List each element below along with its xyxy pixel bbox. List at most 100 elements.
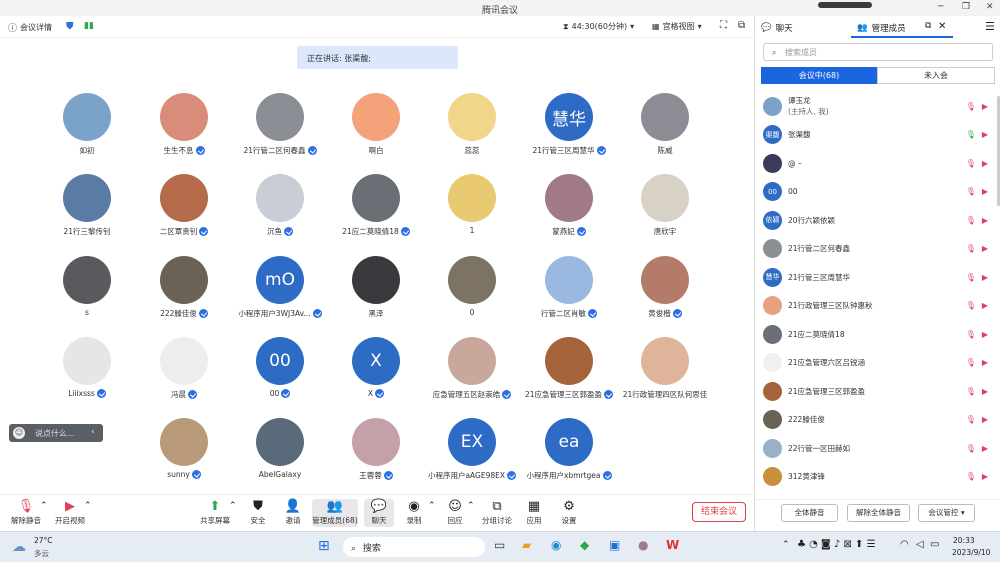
mic-off-icon[interactable]: 🎙: [966, 444, 976, 453]
mic-off-icon[interactable]: 🎙: [966, 244, 976, 253]
participant-tile[interactable]: 黑泽: [328, 256, 424, 319]
member-row[interactable]: 依颖 20行六颖依颖 🎙 ▶: [763, 206, 988, 234]
settings-button[interactable]: ⚙ 设置: [547, 499, 591, 526]
participant-tile[interactable]: 啊白: [328, 93, 424, 156]
mic-off-icon[interactable]: 🎙: [966, 415, 976, 424]
timer-display[interactable]: ⧗ 44:30(60分钟) ▾: [563, 21, 634, 32]
participant-tile[interactable]: 1: [424, 174, 520, 235]
file-explorer-icon[interactable]: ▰: [522, 538, 531, 552]
participant-tile[interactable]: 王蓉蓉: [328, 418, 424, 481]
camera-off-icon[interactable]: ▶: [982, 415, 988, 424]
camera-off-icon[interactable]: ▶: [982, 273, 988, 282]
camera-off-icon[interactable]: ▶: [982, 244, 988, 253]
close-window-icon[interactable]: ✕: [986, 2, 994, 12]
camera-off-icon[interactable]: ▶: [982, 301, 988, 310]
member-row[interactable]: 312黄津锋 🎙 ▶: [763, 463, 988, 491]
reactions-options-chevron-icon[interactable]: ⌃: [467, 501, 475, 511]
camera-off-icon[interactable]: ▶: [982, 130, 988, 139]
participant-tile[interactable]: 沉鱼: [232, 174, 328, 237]
mic-off-icon[interactable]: 🎙: [966, 387, 976, 396]
camera-off-icon[interactable]: ▶: [982, 330, 988, 339]
participant-tile[interactable]: 生生不息: [136, 93, 232, 156]
camera-off-icon[interactable]: ▶: [982, 187, 988, 196]
participant-tile[interactable]: 冯晨: [136, 337, 232, 400]
collapse-icon[interactable]: ‹: [91, 427, 95, 437]
mute-all-button[interactable]: 全体静音: [781, 504, 838, 522]
mic-off-icon[interactable]: 🎙: [966, 472, 976, 481]
menu-icon[interactable]: ☰: [985, 20, 995, 33]
member-row[interactable]: 慧华 21行管三区周慧华 🎙 ▶: [763, 263, 988, 291]
participant-tile[interactable]: 陈威: [617, 93, 713, 156]
tray-app-icons[interactable]: ♣ ◔ ◙ ♪ ⊠ ⬆ ☰: [797, 539, 876, 550]
camera-off-icon[interactable]: ▶: [982, 444, 988, 453]
mic-on-icon[interactable]: 🎙: [966, 130, 976, 139]
participant-tile[interactable]: sunny: [136, 418, 232, 479]
battery-icon[interactable]: ▭: [930, 539, 939, 550]
participant-tile[interactable]: 应急管理五区赵崇皓: [424, 337, 520, 400]
mic-off-icon[interactable]: 🎙: [966, 301, 976, 310]
shield-icon[interactable]: ⛊: [66, 21, 74, 32]
camera-off-icon[interactable]: ▶: [982, 387, 988, 396]
emoji-icon[interactable]: ☺: [13, 427, 25, 439]
mute-options-chevron-icon[interactable]: ⌃: [40, 501, 48, 511]
participant-tile[interactable]: 21应急管理三区郭盈盈: [521, 337, 617, 400]
participant-tile[interactable]: 00 00: [232, 337, 328, 398]
participant-tile[interactable]: 蕊蕊: [424, 93, 520, 156]
volume-icon[interactable]: ◁: [916, 539, 924, 550]
participant-tile[interactable]: 如初: [39, 93, 135, 156]
tab-chat[interactable]: 💬 聊天: [761, 22, 793, 34]
mic-off-icon[interactable]: 🎙: [966, 187, 976, 196]
member-row[interactable]: 21应急管理六区吕锐涵 🎙 ▶: [763, 349, 988, 377]
close-icon[interactable]: ✕: [938, 21, 946, 32]
participant-tile[interactable]: 21行管二区何春鑫: [232, 93, 328, 156]
participant-tile[interactable]: s: [39, 256, 135, 317]
clock-time[interactable]: 20:33: [953, 536, 975, 545]
participant-tile[interactable]: 行管二区肖敏: [521, 256, 617, 319]
taskbar-search[interactable]: ⌕ 搜索: [343, 537, 485, 557]
popout-icon[interactable]: ⧉: [738, 20, 745, 31]
participant-tile[interactable]: 21行政管理四区队何思佳: [617, 337, 713, 400]
participant-tile[interactable]: 唐欣宇: [617, 174, 713, 237]
wechat-icon[interactable]: ◆: [580, 538, 589, 552]
participant-tile[interactable]: 蒙燕妃: [521, 174, 617, 237]
participant-tile[interactable]: EX 小程序用户aAGE98EX: [424, 418, 520, 481]
fullscreen-icon[interactable]: ⛶: [720, 20, 727, 31]
chat-quick-input[interactable]: ☺ 说点什么... ‹: [9, 424, 103, 442]
member-row[interactable]: 00 00 🎙 ▶: [763, 178, 988, 206]
participant-tile[interactable]: 二区覃贵钊: [136, 174, 232, 237]
invite-button[interactable]: 👤 邀请: [271, 499, 315, 526]
participant-tile[interactable]: Liiixsss: [39, 337, 135, 398]
camera-off-icon[interactable]: ▶: [982, 472, 988, 481]
meeting-controls-button[interactable]: 会议管控 ▾: [918, 504, 975, 522]
video-options-chevron-icon[interactable]: ⌃: [84, 501, 92, 511]
member-row[interactable]: 渠馥 张渠馥 🎙 ▶: [763, 121, 988, 149]
tray-chevron-icon[interactable]: ⌃: [782, 540, 790, 550]
participant-tile[interactable]: mO 小程序用户3WJ3Av...: [232, 256, 328, 319]
weather-label[interactable]: 多云: [34, 548, 49, 559]
popout-icon[interactable]: ⧉: [925, 21, 931, 31]
task-view-icon[interactable]: ▭: [494, 538, 505, 552]
member-row[interactable]: 21行管二区何春鑫 🎙 ▶: [763, 235, 988, 263]
member-row[interactable]: 222滕佳俊 🎙 ▶: [763, 406, 988, 434]
tab-in-meeting[interactable]: 会议中(68): [761, 67, 877, 84]
member-row[interactable]: 谭玉龙 (主持人, 我) 🎙 ▶: [763, 92, 988, 120]
mic-off-icon[interactable]: 🎙: [966, 216, 976, 225]
mic-off-icon[interactable]: 🎙: [966, 159, 976, 168]
mic-off-icon[interactable]: 🎙: [966, 102, 976, 111]
member-row[interactable]: 21应急管理三区郭盈盈 🎙 ▶: [763, 377, 988, 405]
participant-tile[interactable]: XX: [328, 337, 424, 398]
edge-icon[interactable]: ◉: [551, 538, 561, 552]
temperature[interactable]: 27°C: [34, 536, 53, 545]
member-row[interactable]: 21行政管理三区队钟惠秋 🎙 ▶: [763, 292, 988, 320]
end-meeting-button[interactable]: 结束会议: [692, 502, 746, 522]
participant-tile[interactable]: 黄俊楷: [617, 256, 713, 319]
camera-off-icon[interactable]: ▶: [982, 358, 988, 367]
minimize-icon[interactable]: ─: [938, 2, 943, 12]
view-mode-button[interactable]: ▦ 宫格视图 ▾: [652, 21, 702, 32]
tab-not-joined[interactable]: 未入会: [877, 67, 995, 84]
camera-off-icon[interactable]: ▶: [982, 159, 988, 168]
participant-tile[interactable]: AbelGalaxy: [232, 418, 328, 479]
camera-off-icon[interactable]: ▶: [982, 216, 988, 225]
restore-icon[interactable]: ❐: [962, 2, 970, 12]
participant-tile[interactable]: 21行三黎传钊: [39, 174, 135, 237]
